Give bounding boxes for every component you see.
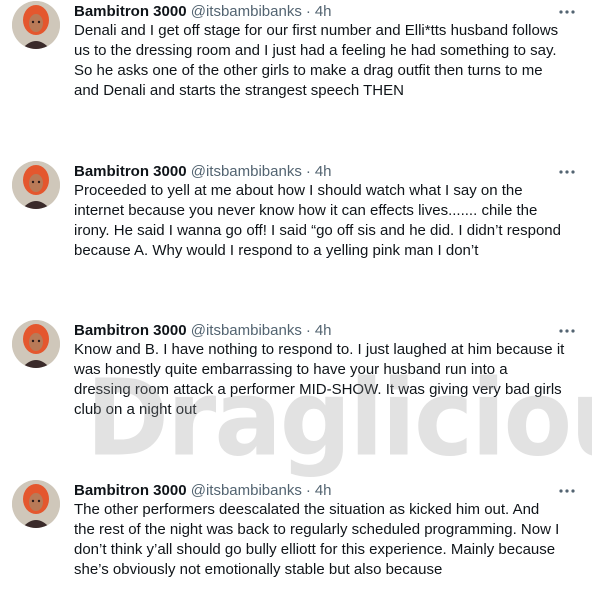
display-name[interactable]: Bambitron 3000 <box>74 482 187 499</box>
avatar[interactable] <box>12 161 60 209</box>
avatar[interactable] <box>12 320 60 368</box>
user-handle[interactable]: @itsbambibanks <box>191 322 302 339</box>
tweet-header: Bambitron 3000 @itsbambibanks · 4h <box>74 480 332 502</box>
profile-photo-icon <box>12 161 60 209</box>
profile-photo-icon <box>12 1 60 49</box>
user-handle[interactable]: @itsbambibanks <box>191 3 302 20</box>
tweet-header: Bambitron 3000 @itsbambibanks · 4h <box>74 1 332 23</box>
separator: · <box>305 322 311 339</box>
timestamp[interactable]: 4h <box>315 3 332 20</box>
timestamp[interactable]: 4h <box>315 482 332 499</box>
display-name[interactable]: Bambitron 3000 <box>74 163 187 180</box>
display-name[interactable]: Bambitron 3000 <box>74 322 187 339</box>
avatar[interactable] <box>12 480 60 528</box>
timestamp[interactable]: 4h <box>315 322 332 339</box>
tweet-text: Denali and I get off stage for our first… <box>74 22 559 99</box>
more-options-icon[interactable] <box>556 1 578 23</box>
user-handle[interactable]: @itsbambibanks <box>191 482 302 499</box>
more-options-icon[interactable] <box>556 161 578 183</box>
tweet-text: Know and B. I have nothing to respond to… <box>74 341 565 418</box>
profile-photo-icon <box>12 320 60 368</box>
user-handle[interactable]: @itsbambibanks <box>191 163 302 180</box>
tweet-text: Proceeded to yell at me about how I shou… <box>74 182 561 259</box>
separator: · <box>305 3 311 20</box>
more-options-icon[interactable] <box>556 480 578 502</box>
separator: · <box>305 482 311 499</box>
profile-photo-icon <box>12 480 60 528</box>
display-name[interactable]: Bambitron 3000 <box>74 3 187 20</box>
tweet-header: Bambitron 3000 @itsbambibanks · 4h <box>74 161 332 183</box>
more-options-icon[interactable] <box>556 320 578 342</box>
avatar[interactable] <box>12 1 60 49</box>
separator: · <box>305 163 311 180</box>
tweet-text: The other performers deescalated the sit… <box>74 501 560 578</box>
timestamp[interactable]: 4h <box>315 163 332 180</box>
tweet-header: Bambitron 3000 @itsbambibanks · 4h <box>74 320 332 342</box>
